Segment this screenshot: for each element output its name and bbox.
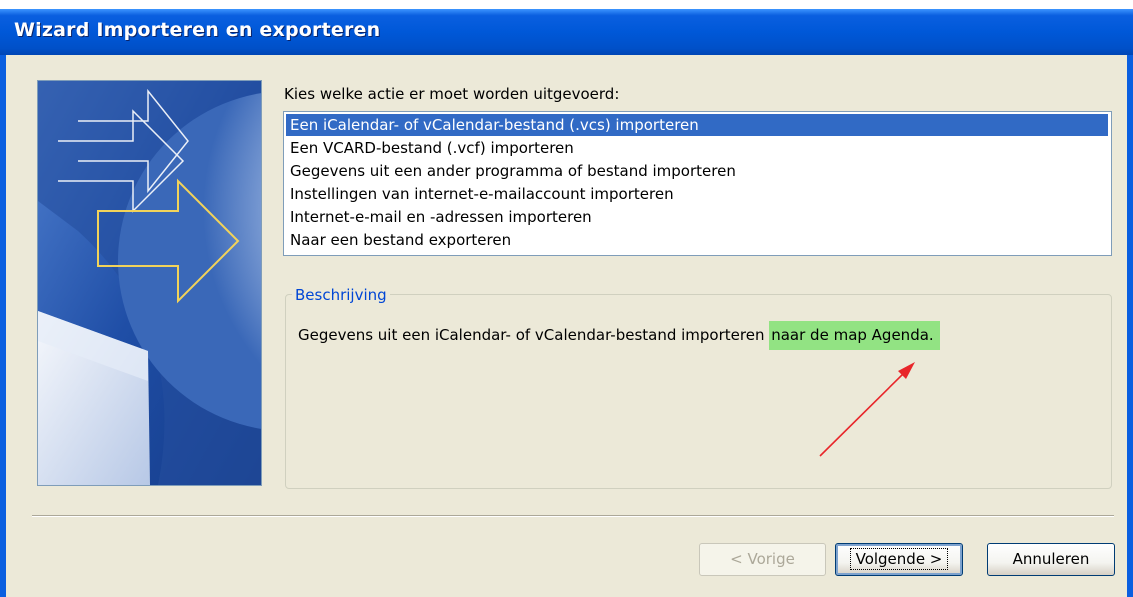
cancel-button[interactable]: Annuleren: [987, 543, 1115, 576]
next-button[interactable]: Volgende >: [835, 543, 963, 576]
button-divider: [32, 515, 1114, 517]
annotation-arrow-icon: [819, 362, 915, 457]
annotation-arrow-line: [819, 371, 906, 457]
next-button-label: Volgende >: [849, 548, 949, 570]
back-button[interactable]: < Vorige: [699, 543, 826, 576]
